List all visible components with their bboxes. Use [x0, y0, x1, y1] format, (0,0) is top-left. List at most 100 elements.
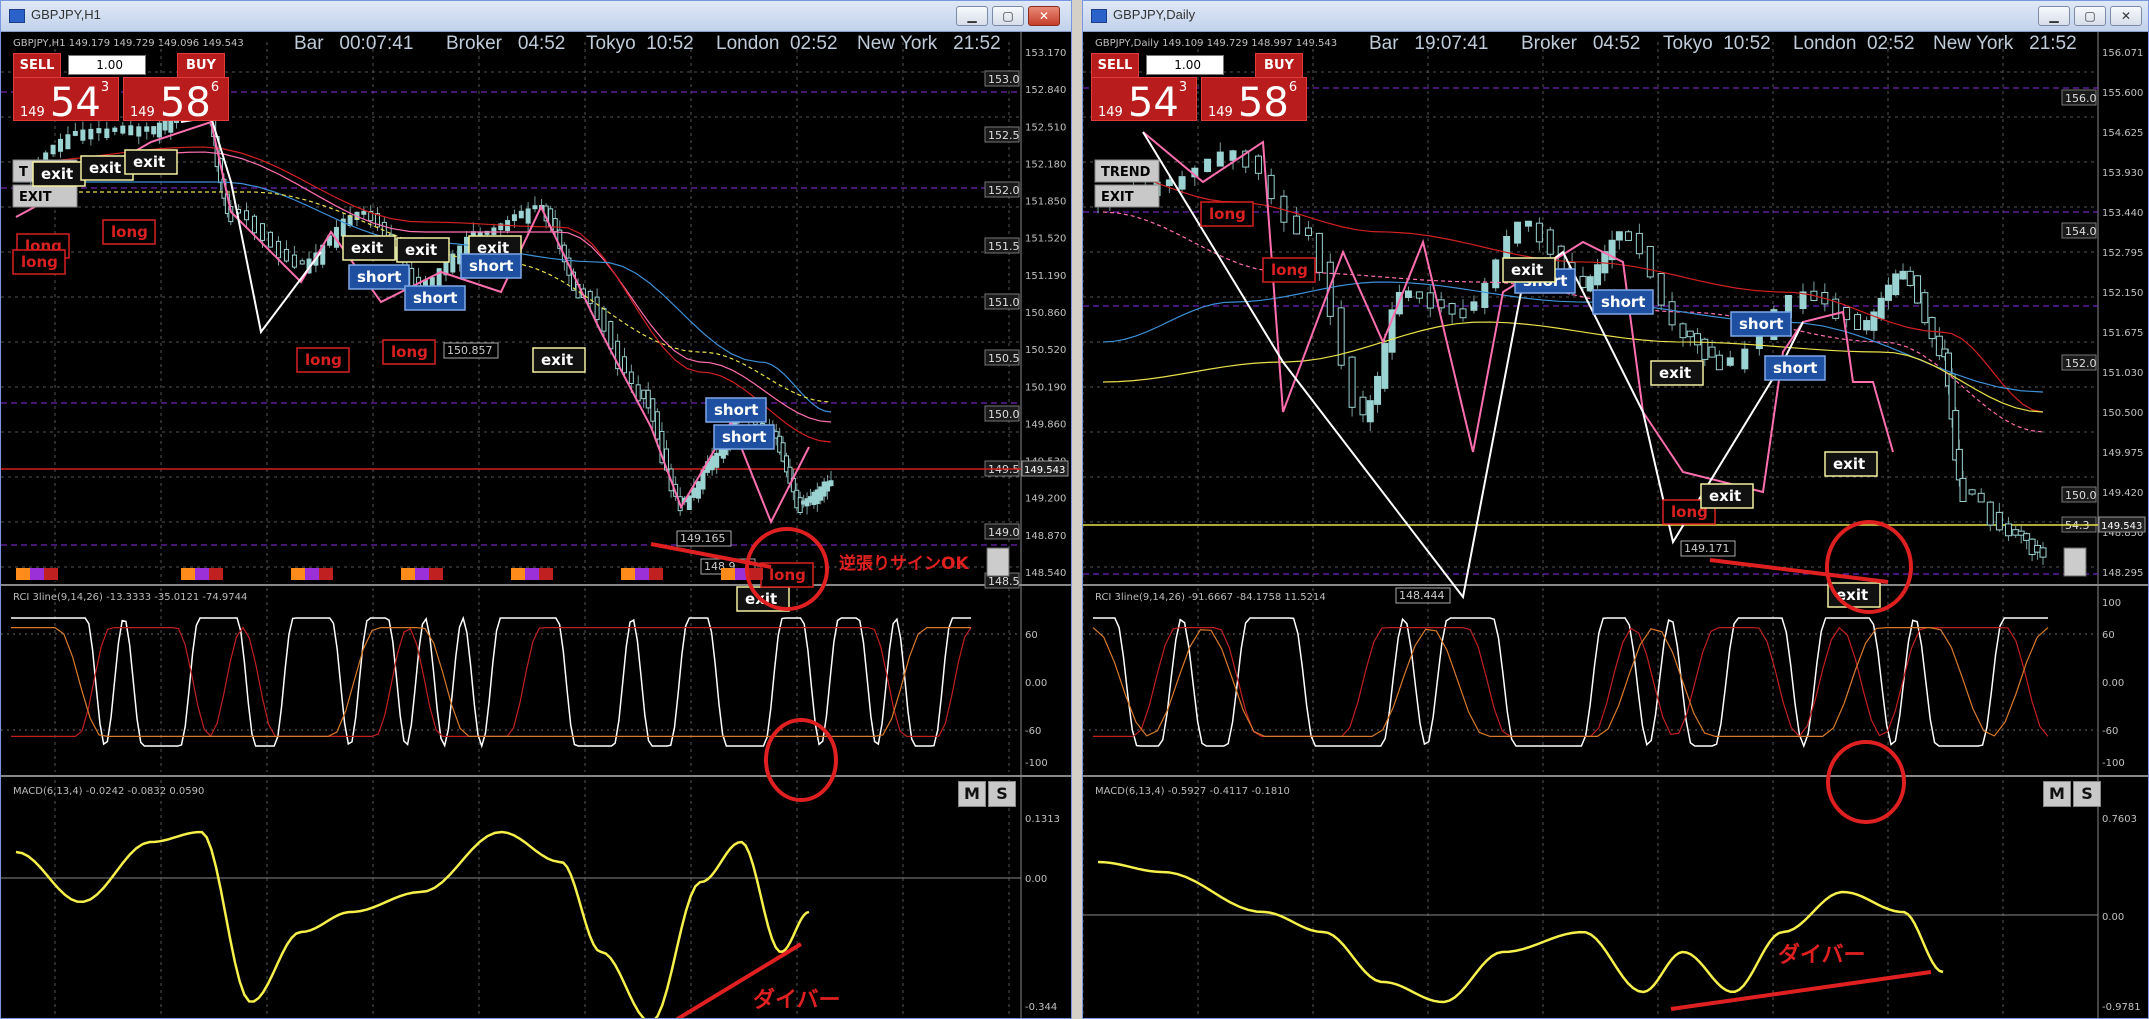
bar-time: 00:07:41 [339, 33, 414, 54]
sell-button[interactable]: SELL [13, 53, 61, 79]
price-axis-label: 151.190 [1025, 271, 1066, 282]
lot-size-input[interactable]: 1.00 [1146, 55, 1224, 75]
sell-price-tile[interactable]: 149 543 [13, 77, 119, 126]
candle [1366, 400, 1374, 423]
maximize-button[interactable]: ▢ [992, 6, 1024, 26]
london-label: London [716, 33, 780, 54]
candle [628, 371, 634, 385]
candle [691, 487, 697, 498]
signal-long: long [1200, 201, 1254, 227]
candle [1863, 320, 1871, 331]
signal-label: long [1209, 205, 1246, 223]
signal-long: long [1262, 257, 1316, 283]
candle [1741, 348, 1749, 370]
price-label: 149.165 [680, 532, 726, 545]
buy-price-big: 58 [159, 80, 211, 126]
candle [621, 356, 627, 374]
macd-s-button[interactable]: S [2073, 781, 2101, 807]
price-chart-h1[interactable]: GBPJPY,H1 149.179 149.729 149.096 149.54… [1, 32, 1071, 1018]
buy-button[interactable]: BUY [177, 53, 225, 79]
signal-label: short [1739, 315, 1783, 333]
signal-long: long [296, 347, 350, 373]
macd-s-button[interactable]: S [988, 781, 1016, 807]
broker-label: Broker [1521, 33, 1577, 54]
candle [1448, 303, 1456, 315]
level-box-label: 152.0 [2065, 357, 2097, 370]
candle [1514, 221, 1522, 244]
hud-newyork: New York 21:52 [1933, 33, 2077, 55]
candle [552, 218, 558, 233]
sell-price-tile[interactable]: 149 543 [1091, 77, 1197, 126]
window-title: GBPJPY,H1 [31, 7, 101, 22]
tokyo-time: 10:52 [646, 33, 694, 54]
calculator-icon [2063, 547, 2087, 577]
level-box-label: 152.0 [988, 184, 1020, 197]
macd-m-button[interactable]: M [958, 781, 986, 807]
minimize-button[interactable]: ▁ [956, 6, 988, 26]
hud-broker: Broker 04:52 [1521, 33, 1640, 55]
candle [1204, 158, 1212, 173]
candle [1557, 245, 1565, 272]
macd-axis-label: 0.00 [2102, 912, 2124, 923]
window-titlebar[interactable]: GBPJPY,H1 ▁ ▢ ✕ [1, 1, 1071, 32]
candle [1337, 307, 1345, 366]
one-click-trading-panel: SELL 1.00 BUY 149 543 149 586 [1091, 53, 1307, 126]
candle [1165, 179, 1173, 187]
signal-short: short [1730, 311, 1792, 337]
lot-size-input[interactable]: 1.00 [68, 55, 146, 75]
candle [1928, 317, 1936, 340]
candle [1906, 270, 1914, 286]
annotation-text: 逆張りサインOK [839, 553, 969, 574]
chart-window-h1[interactable]: GBPJPY,H1 ▁ ▢ ✕ GBPJPY,H1 149.179 149.72… [0, 0, 1072, 1019]
level-box-label: 156.0 [2065, 92, 2097, 105]
signal-label: exit [1659, 364, 1691, 382]
buy-button[interactable]: BUY [1255, 53, 1303, 79]
minimize-button[interactable]: ▁ [2038, 6, 2070, 26]
trend-label: TREND [1101, 165, 1151, 180]
sell-price-big: 54 [1127, 80, 1179, 126]
candle [797, 497, 803, 514]
macd-m-button[interactable]: M [2043, 781, 2071, 807]
candle [1635, 232, 1643, 255]
macd-header: MACD(6,13,4) -0.0242 -0.0832 0.0590 [13, 786, 204, 797]
close-button[interactable]: ✕ [2110, 6, 2142, 26]
candle [57, 138, 63, 152]
signal-label: long [21, 253, 58, 271]
signal-label: exit [133, 153, 165, 171]
london-time: 02:52 [789, 33, 838, 54]
close-button[interactable]: ✕ [1028, 6, 1060, 26]
signal-exit: exit [396, 237, 450, 263]
session-marker [319, 568, 333, 580]
trend-label: T [19, 165, 28, 180]
current-price-label: 149.543 [2101, 521, 2142, 532]
price-axis-label: 151.030 [2102, 368, 2143, 379]
level-box-label: 151.5 [988, 240, 1020, 253]
hud-london: London 02:52 [716, 33, 838, 55]
buy-price-tile[interactable]: 149 586 [1201, 77, 1307, 126]
candle [283, 249, 289, 262]
candle [1315, 232, 1323, 273]
chart-window-daily[interactable]: GBPJPY,Daily ▁ ▢ ✕ GBPJPY,Daily 149.109 … [1082, 0, 2149, 1019]
session-marker [649, 568, 663, 580]
candle [1914, 275, 1922, 304]
maximize-button[interactable]: ▢ [2074, 6, 2106, 26]
window-titlebar[interactable]: GBPJPY,Daily ▁ ▢ ✕ [1083, 1, 2148, 32]
level-box-label: 150.0 [2065, 489, 2097, 502]
candle [96, 128, 102, 134]
hud-tokyo: Tokyo 10:52 [1663, 33, 1771, 55]
price-chart-daily[interactable]: GBPJPY,Daily 149.109 149.729 148.997 149… [1083, 32, 2148, 1018]
candle [1624, 231, 1632, 241]
sell-button[interactable]: SELL [1091, 53, 1139, 79]
trend-label: EXIT [1101, 190, 1134, 205]
buy-price-tile[interactable]: 149 586 [123, 77, 229, 126]
signal-exit: exit [532, 347, 586, 373]
candle [1668, 301, 1676, 326]
signal-short: short [1592, 289, 1654, 315]
candle [511, 214, 517, 222]
signal-exit: exit [124, 149, 178, 175]
candle [1254, 155, 1262, 174]
broker-label: Broker [446, 33, 502, 54]
candle [1986, 501, 1994, 526]
annotation-text: ダイバー [753, 987, 841, 1013]
candle [1216, 151, 1224, 167]
